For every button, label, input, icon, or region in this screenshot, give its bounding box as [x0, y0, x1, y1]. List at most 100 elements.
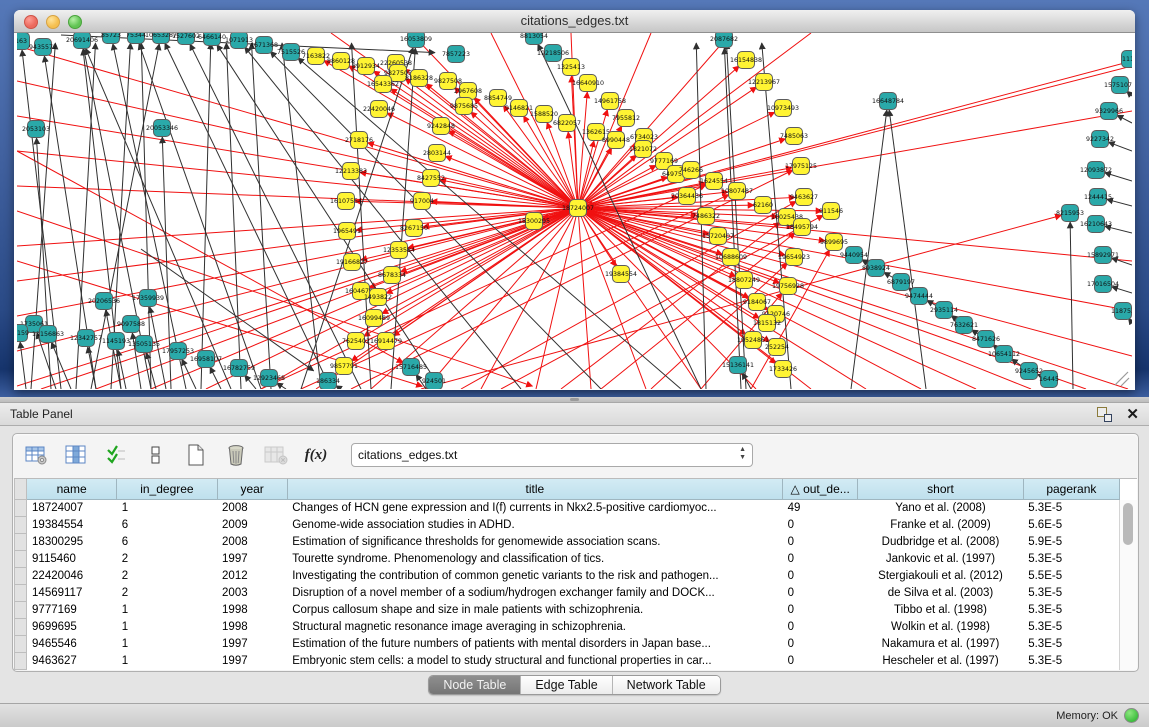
- graph-node-teal[interactable]: 16958107: [190, 351, 222, 368]
- graph-node-yellow[interactable]: 1325413: [557, 59, 585, 76]
- cell-short[interactable]: Yano et al. (2008): [858, 500, 1023, 517]
- graph-node-teal[interactable]: 8215953: [1056, 205, 1084, 222]
- graph-node-yellow[interactable]: 1821072: [629, 141, 657, 158]
- graph-node-yellow[interactable]: 9857791: [330, 358, 358, 375]
- graph-node-yellow[interactable]: 19756928: [772, 278, 804, 295]
- graph-node-yellow[interactable]: 252254: [765, 339, 789, 356]
- cell-pagerank[interactable]: 5.3E-5: [1023, 500, 1119, 517]
- cell-year[interactable]: 1997: [217, 636, 287, 653]
- graph-node-yellow[interactable]: 9875685: [450, 98, 478, 115]
- cell-title[interactable]: Embryonic stem cells: a model to study s…: [287, 653, 782, 670]
- cell-out-de-[interactable]: 0: [783, 602, 858, 619]
- cell-short[interactable]: Jankovic et al. (1997): [858, 551, 1023, 568]
- cell-in-degree[interactable]: 1: [117, 500, 217, 517]
- cell-in-degree[interactable]: 2: [117, 585, 217, 602]
- graph-node-teal[interactable]: 1145193: [102, 333, 130, 350]
- cell-name[interactable]: 19384554: [27, 517, 117, 534]
- cell-title[interactable]: Estimation of the future numbers of pati…: [287, 636, 782, 653]
- cell-out-de-[interactable]: 0: [783, 636, 858, 653]
- cell-name[interactable]: 22420046: [27, 568, 117, 585]
- graph-node-yellow[interactable]: 12213967: [748, 74, 780, 91]
- cell-pagerank[interactable]: 5.3E-5: [1023, 636, 1119, 653]
- cell-name[interactable]: 9115460: [27, 551, 117, 568]
- table-row[interactable]: 946554611997Estimation of the future num…: [15, 636, 1120, 653]
- graph-node-teal[interactable]: 118753: [1111, 303, 1132, 320]
- cell-short[interactable]: Hescheler et al. (1997): [858, 653, 1023, 670]
- column-header-year[interactable]: year: [217, 479, 287, 500]
- column-header-short[interactable]: short: [858, 479, 1023, 500]
- graph-node-teal[interactable]: 1071913: [225, 33, 253, 49]
- cell-out-de-[interactable]: 0: [783, 653, 858, 670]
- cell-year[interactable]: 1998: [217, 602, 287, 619]
- graph-node-teal[interactable]: 75344: [126, 33, 146, 44]
- graph-node-teal[interactable]: 9227342: [1086, 131, 1114, 148]
- cell-pagerank[interactable]: 5.3E-5: [1023, 551, 1119, 568]
- cell-year[interactable]: 2012: [217, 568, 287, 585]
- cell-title[interactable]: Investigating the contribution of common…: [287, 568, 782, 585]
- cell-name[interactable]: 18300295: [27, 534, 117, 551]
- column-checklist-button[interactable]: [103, 442, 129, 468]
- graph-node-teal[interactable]: 15751074: [1104, 77, 1132, 94]
- cell-year[interactable]: 1997: [217, 653, 287, 670]
- column-header-pagerank[interactable]: pagerank: [1023, 479, 1119, 500]
- graph-node-yellow[interactable]: 14961758: [594, 93, 626, 110]
- cell-year[interactable]: 2008: [217, 534, 287, 551]
- graph-node-yellow[interactable]: 746266: [679, 162, 703, 179]
- graph-node-teal[interactable]: 16782759: [223, 360, 255, 377]
- cell-title[interactable]: Corpus callosum shape and size in male p…: [287, 602, 782, 619]
- cell-in-degree[interactable]: 2: [117, 551, 217, 568]
- cell-title[interactable]: Changes of HCN gene expression and I(f) …: [287, 500, 782, 517]
- table-row[interactable]: 969969511998Structural magnetic resonanc…: [15, 619, 1120, 636]
- cell-in-degree[interactable]: 1: [117, 636, 217, 653]
- cell-in-degree[interactable]: 1: [117, 602, 217, 619]
- graph-node-teal[interactable]: 2087682: [710, 33, 738, 48]
- cell-pagerank[interactable]: 5.3E-5: [1023, 653, 1119, 670]
- graph-node-yellow[interactable]: 911546: [819, 203, 843, 220]
- cell-name[interactable]: 18724007: [27, 500, 117, 517]
- graph-node-teal[interactable]: 85723: [101, 33, 121, 44]
- cell-name[interactable]: 14569117: [27, 585, 117, 602]
- graph-node-teal[interactable]: 16210643: [1080, 216, 1112, 233]
- table-row[interactable]: 1938455462009Genome-wide association stu…: [15, 517, 1120, 534]
- graph-node-teal[interactable]: 2053103: [22, 121, 50, 138]
- cell-short[interactable]: Wolkin et al. (1998): [858, 619, 1023, 636]
- graph-node-teal[interactable]: 12342757: [70, 330, 102, 347]
- column-header-out-de-[interactable]: △ out_de...: [783, 479, 858, 500]
- graph-node-teal[interactable]: 17359939: [132, 290, 164, 307]
- graph-node-teal[interactable]: 12093872: [1080, 162, 1112, 179]
- cell-title[interactable]: Genome-wide association studies in ADHD.: [287, 517, 782, 534]
- graph-node-yellow[interactable]: 1624554: [700, 173, 728, 190]
- cell-out-de-[interactable]: 0: [783, 585, 858, 602]
- cell-short[interactable]: de Silva et al. (2003): [858, 585, 1023, 602]
- graph-node-teal[interactable]: 1527602: [172, 33, 200, 45]
- cell-pagerank[interactable]: 5.3E-5: [1023, 585, 1119, 602]
- table-row[interactable]: 946362711997Embryonic stem cells: a mode…: [15, 653, 1120, 670]
- cell-name[interactable]: 9463627: [27, 653, 117, 670]
- cell-year[interactable]: 2008: [217, 500, 287, 517]
- graph-node-teal[interactable]: 1244415: [1084, 189, 1112, 206]
- cell-out-de-[interactable]: 0: [783, 551, 858, 568]
- graph-node-teal[interactable]: 6466140: [198, 33, 226, 46]
- graph-node-teal[interactable]: 17016504: [1087, 276, 1119, 293]
- graph-node-teal[interactable]: 4671368: [250, 37, 278, 54]
- graph-node-yellow[interactable]: 12353584: [383, 242, 415, 259]
- cell-short[interactable]: Tibbo et al. (1998): [858, 602, 1023, 619]
- resize-grip[interactable]: [1115, 372, 1129, 386]
- graph-node-yellow[interactable]: 2718176: [345, 132, 373, 149]
- graph-node-teal[interactable]: 924501: [422, 373, 446, 390]
- cell-in-degree[interactable]: 6: [117, 517, 217, 534]
- graph-node-yellow[interactable]: 7485063: [780, 128, 808, 145]
- panel-splitter[interactable]: [0, 397, 1149, 403]
- graph-node-teal[interactable]: 16648784: [872, 93, 904, 110]
- cell-in-degree[interactable]: 6: [117, 534, 217, 551]
- graph-node-teal[interactable]: 20053346: [146, 120, 178, 137]
- tab-node-table[interactable]: Node Table: [429, 676, 521, 694]
- table-row[interactable]: 977716911998Corpus callosum shape and si…: [15, 602, 1120, 619]
- cell-short[interactable]: Stergiakouli et al. (2012): [858, 568, 1023, 585]
- tab-edge-table[interactable]: Edge Table: [521, 676, 612, 694]
- table-row[interactable]: 1872400712008Changes of HCN gene express…: [15, 500, 1120, 517]
- graph-node-yellow[interactable]: 62160: [753, 197, 773, 214]
- column-header-in-degree[interactable]: in_degree: [117, 479, 217, 500]
- graph-node-yellow[interactable]: 2967608: [454, 83, 482, 100]
- cell-title[interactable]: Disruption of a novel member of a sodium…: [287, 585, 782, 602]
